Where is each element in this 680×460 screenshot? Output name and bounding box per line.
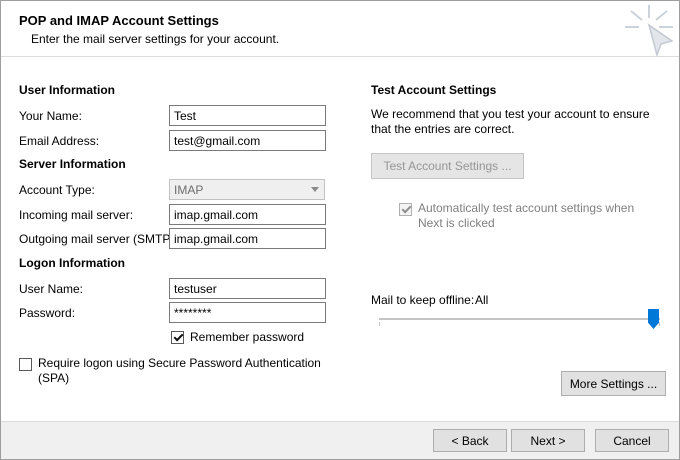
- test-account-settings-button[interactable]: Test Account Settings ...: [371, 153, 524, 179]
- account-type-dropdown[interactable]: IMAP: [169, 179, 325, 200]
- test-account-settings-heading: Test Account Settings: [371, 83, 496, 97]
- more-settings-button[interactable]: More Settings ...: [561, 371, 666, 396]
- footer-divider: [1, 421, 680, 422]
- logon-information-heading: Logon Information: [19, 256, 125, 270]
- offline-slider-track[interactable]: [379, 318, 660, 320]
- mail-offline-label: Mail to keep offline:: [371, 293, 474, 307]
- spa-checkbox[interactable]: [19, 358, 32, 371]
- outgoing-server-label: Outgoing mail server (SMTP):: [19, 232, 178, 246]
- server-information-heading: Server Information: [19, 157, 126, 171]
- your-name-input[interactable]: [169, 105, 326, 126]
- account-settings-dialog: POP and IMAP Account Settings Enter the …: [0, 0, 680, 460]
- incoming-server-input[interactable]: [169, 204, 326, 225]
- remember-password-checkbox[interactable]: [171, 331, 184, 344]
- password-label: Password:: [19, 306, 75, 320]
- account-type-value: IMAP: [174, 183, 203, 197]
- password-input[interactable]: [169, 302, 326, 323]
- auto-test-checkbox[interactable]: [399, 203, 412, 216]
- mail-offline-value: All: [475, 293, 488, 307]
- spa-label: Require logon using Secure Password Auth…: [38, 356, 338, 386]
- header-divider: [1, 56, 680, 57]
- outgoing-server-input[interactable]: [169, 228, 326, 249]
- dialog-subtitle: Enter the mail server settings for your …: [31, 32, 279, 46]
- email-address-label: Email Address:: [19, 134, 99, 148]
- user-name-input[interactable]: [169, 278, 326, 299]
- email-address-input[interactable]: [169, 130, 326, 151]
- remember-password-label: Remember password: [190, 330, 304, 344]
- incoming-server-label: Incoming mail server:: [19, 208, 133, 222]
- back-button[interactable]: < Back: [433, 429, 507, 452]
- cancel-button[interactable]: Cancel: [595, 429, 669, 452]
- account-type-label: Account Type:: [19, 183, 95, 197]
- sparkle-cursor-icon: [621, 3, 677, 59]
- offline-slider-tick-left: [379, 322, 380, 326]
- dialog-title: POP and IMAP Account Settings: [19, 13, 219, 28]
- user-information-heading: User Information: [19, 83, 115, 97]
- user-name-label: User Name:: [19, 282, 83, 296]
- next-button[interactable]: Next >: [511, 429, 585, 452]
- auto-test-label: Automatically test account settings when…: [418, 201, 662, 231]
- test-account-description: We recommend that you test your account …: [371, 107, 667, 137]
- offline-slider-tick-right: [659, 322, 660, 326]
- offline-slider-thumb[interactable]: [648, 309, 659, 329]
- chevron-down-icon: [306, 180, 324, 199]
- your-name-label: Your Name:: [19, 109, 82, 123]
